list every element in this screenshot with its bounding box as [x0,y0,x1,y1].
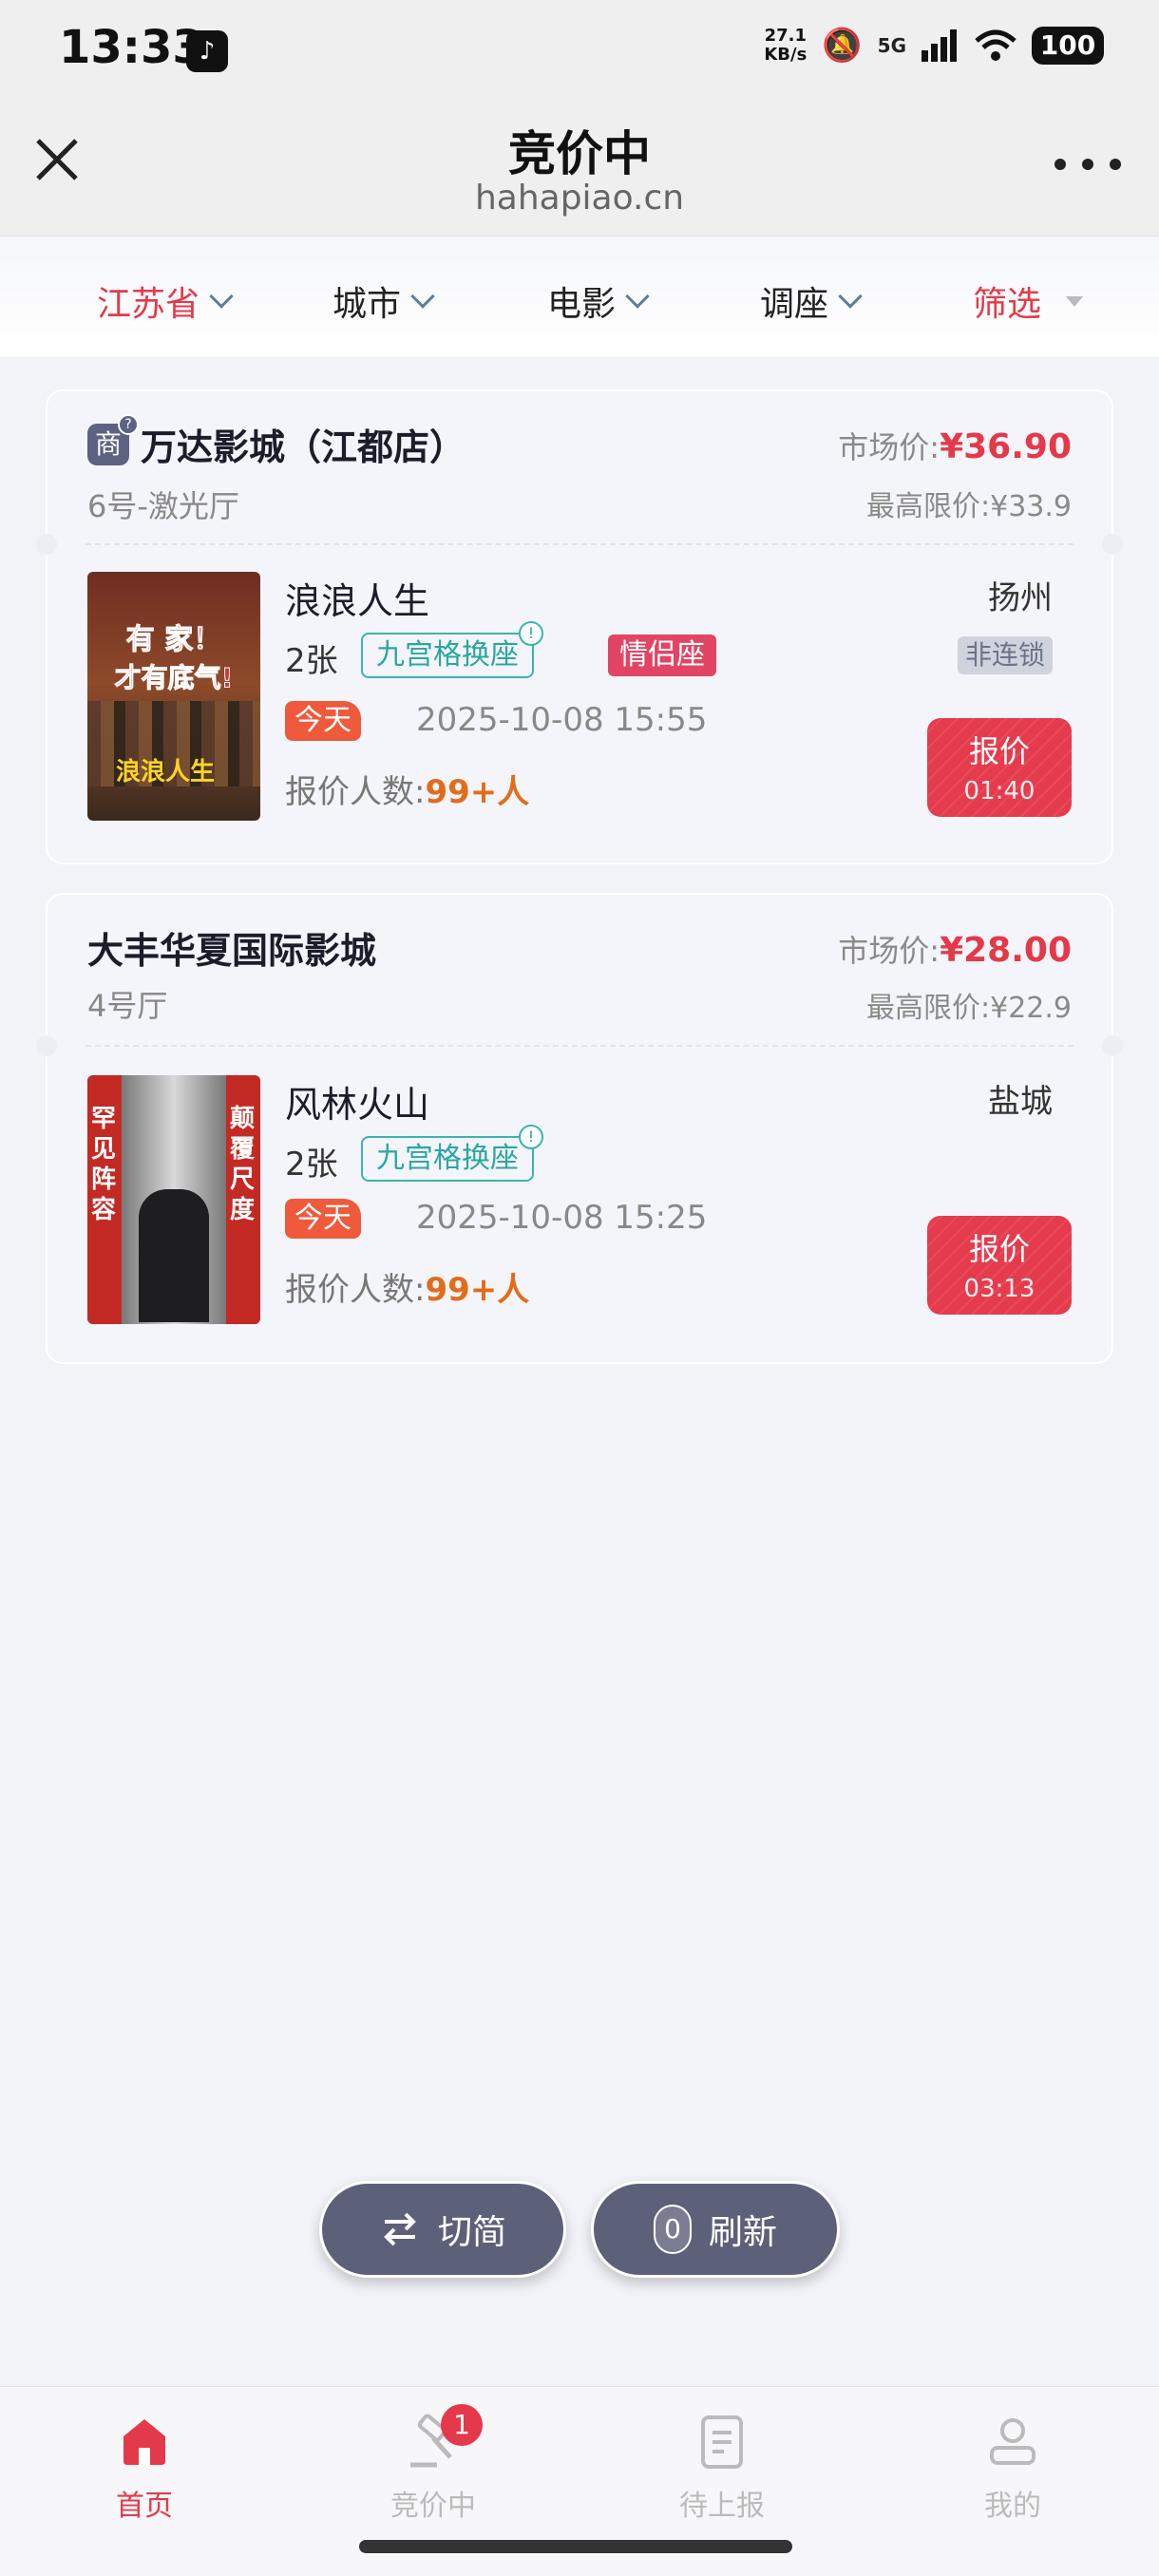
order-card[interactable]: 大丰华夏国际影城 4号厅 市场价:¥28.00 最高限价:¥22.9 罕见阵容 … [36,893,1123,1364]
triangle-down-icon [1066,295,1084,307]
home-indicator[interactable] [359,2540,792,2553]
chevron-down-icon [838,284,863,309]
countdown-timer: 03:13 [963,1275,1036,1303]
mute-bell-icon: 🔕 [822,27,863,65]
ticket-notch [1102,534,1123,555]
merchant-badge: 商 ? [87,413,139,465]
show-datetime: 2025-10-08 15:25 [416,1199,708,1237]
signal-icon [922,29,957,62]
chevron-down-icon [625,284,650,309]
bidder-count: 报价人数:99+人 [285,1271,530,1309]
movie-title: 风林火山 [285,1084,430,1126]
movie-title: 浪浪人生 [285,580,430,622]
document-icon [694,2414,750,2471]
battery-indicator: 100 [1032,27,1104,65]
filter-province[interactable]: 江苏省 [97,276,234,326]
refresh-counter: 0 [653,2205,692,2254]
chevron-down-icon [410,284,435,309]
limit-price: 最高限价:¥33.9 [866,490,1072,523]
show-datetime: 2025-10-08 15:55 [416,701,708,739]
non-chain-tag: 非连锁 [957,636,1053,674]
market-price: 市场价:¥36.90 [838,427,1072,466]
filter-seat-adjust[interactable]: 调座 [760,276,863,326]
hall-name: 6号-激光厅 [87,488,239,524]
page-domain: hahapiao.cn [474,179,685,218]
filter-movie[interactable]: 电影 [547,276,650,326]
info-icon[interactable]: ! [519,621,543,646]
dot-icon [1082,159,1093,170]
notification-badge: 1 [441,2404,483,2446]
countdown-timer: 01:40 [963,777,1036,805]
info-icon[interactable]: ! [519,1125,543,1149]
status-time: 13:33 [59,21,204,74]
seat-swap-tag: 九宫格换座 ! [361,1125,543,1182]
tiktok-icon: ♪ [186,30,228,72]
today-badge: 今天 [285,1199,361,1239]
filter-more[interactable]: 筛选 [973,276,1084,326]
status-bar: 13:33 ♪ 27.1 KB/s 🔕 5G 100 [0,0,1159,103]
network-type: 5G [877,34,906,57]
seat-swap-tag: 九宫格换座 ! [361,621,543,678]
more-options-button[interactable] [1054,150,1121,179]
help-icon[interactable]: ? [118,413,139,435]
tab-mine[interactable]: 我的 [918,2414,1108,2524]
dashed-divider [86,543,1074,545]
ticket-notch [36,534,57,555]
movie-poster[interactable]: 有 家！ 才有底气! 浪浪人生 [87,572,260,821]
swap-arrows-icon [384,2212,416,2246]
refresh-button[interactable]: 0 刷新 [591,2181,840,2278]
hall-name: 4号厅 [87,988,168,1024]
filter-city[interactable]: 城市 [332,276,435,326]
cinema-header: 大丰华夏国际影城 [87,921,376,974]
status-icons: 27.1 KB/s 🔕 5G 100 [764,27,1104,65]
page-title: 竞价中 [508,126,651,181]
city-label: 扬州 [988,579,1053,617]
network-speed: 27.1 KB/s [764,26,808,65]
chevron-down-icon [209,284,234,309]
ticket-notch [1102,1035,1123,1056]
ticket-count: 2张 [285,1146,338,1184]
movie-poster[interactable]: 罕见阵容 颠覆尺度 [87,1075,260,1324]
cinema-header: 商 ? 万达影城（江都店） [87,413,466,470]
order-card[interactable]: 商 ? 万达影城（江都店） 6号-激光厅 市场价:¥36.90 最高限价:¥33… [36,389,1123,864]
dashed-divider [86,1045,1074,1047]
nav-header: 竞价中 hahapiao.cn [0,103,1159,236]
tab-pending[interactable]: 待上报 [627,2414,817,2524]
home-icon [116,2414,173,2471]
dot-icon [1110,159,1121,170]
filter-bar: 江苏省 城市 电影 调座 筛选 [0,236,1159,357]
bid-button[interactable]: 报价 03:13 [927,1216,1072,1315]
switch-simple-button[interactable]: 切简 [319,2181,566,2278]
wifi-icon [975,29,1016,61]
ticket-count: 2张 [285,642,338,680]
couple-seat-tag: 情侣座 [608,635,716,676]
tab-home[interactable]: 首页 [49,2414,239,2524]
bidder-count: 报价人数:99+人 [285,773,530,811]
bid-button[interactable]: 报价 01:40 [927,718,1072,817]
dot-icon [1054,159,1066,170]
limit-price: 最高限价:¥22.9 [866,992,1072,1025]
cinema-name: 大丰华夏国际影城 [87,930,377,972]
city-label: 盐城 [988,1083,1053,1121]
ticket-notch [36,1035,57,1056]
cinema-name: 万达影城（江都店） [141,426,466,468]
market-price: 市场价:¥28.00 [838,931,1072,970]
today-badge: 今天 [285,701,361,741]
user-icon [984,2414,1041,2471]
tab-bidding[interactable]: 1 竞价中 [338,2404,528,2524]
gavel-icon: 1 [405,2404,483,2471]
